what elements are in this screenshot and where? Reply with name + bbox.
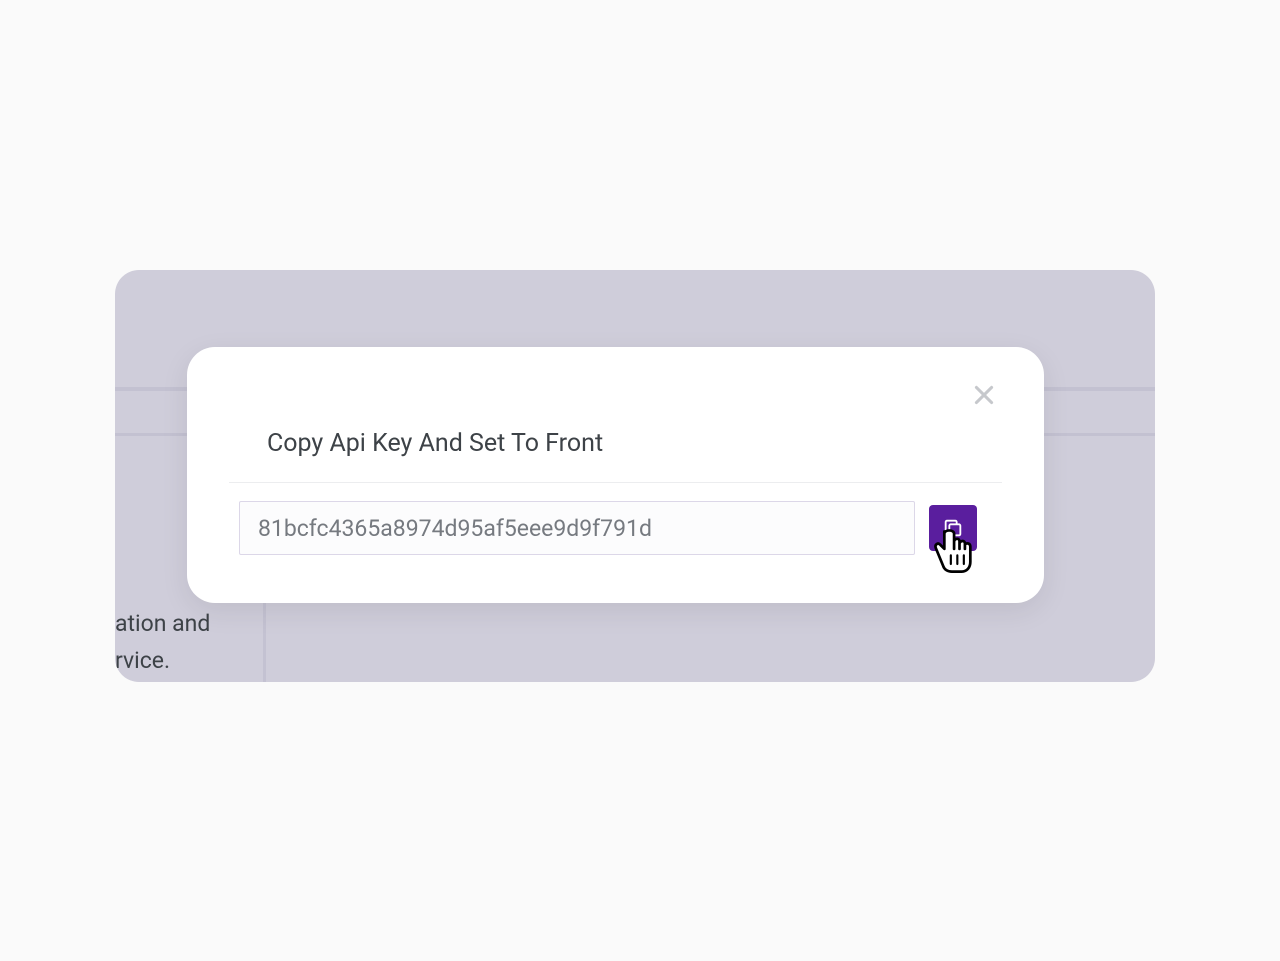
close-icon	[971, 382, 997, 408]
api-key-modal: Copy Api Key And Set To Front	[187, 347, 1044, 603]
api-key-input[interactable]	[239, 501, 915, 555]
api-key-row	[229, 501, 1002, 555]
modal-divider	[229, 482, 1002, 483]
copy-button[interactable]	[929, 505, 977, 551]
close-button[interactable]	[966, 377, 1002, 413]
background-partial-text: ation and rvice.	[115, 606, 210, 680]
copy-icon	[942, 517, 964, 539]
modal-title: Copy Api Key And Set To Front	[267, 429, 1002, 458]
